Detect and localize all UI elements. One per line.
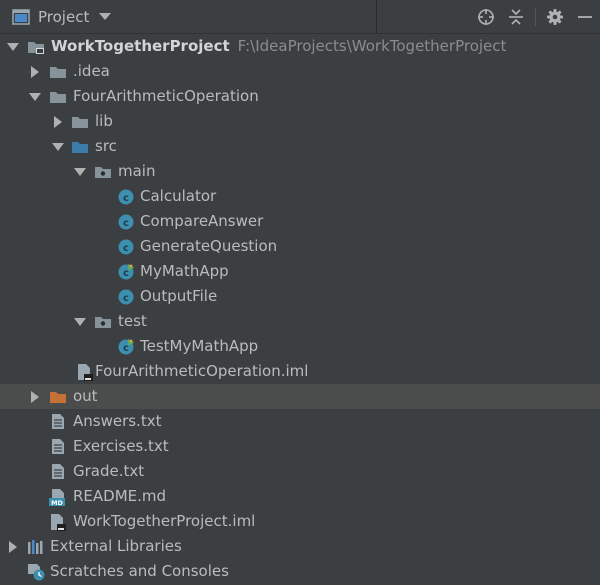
tree-node-lib[interactable]: lib <box>0 109 600 134</box>
tree-node-fao[interactable]: FourArithmeticOperation <box>0 84 600 109</box>
tree-node-path: F:\IdeaProjects\WorkTogetherProject <box>237 37 507 55</box>
java-class-icon: c <box>117 284 135 309</box>
package-folder-icon <box>94 159 112 184</box>
folder-icon <box>49 59 67 84</box>
tree-node-label: OutputFile <box>140 287 218 305</box>
tree-node-label: TestMyMathApp <box>140 337 259 355</box>
collapse-all-icon <box>507 8 525 26</box>
tree-node-readme[interactable]: MD README.md <box>0 484 600 509</box>
collapse-all-button[interactable] <box>501 2 531 32</box>
collapsed-arrow-icon[interactable] <box>50 109 66 134</box>
settings-button[interactable] <box>540 2 570 32</box>
tree-node-grade[interactable]: Grade.txt <box>0 459 600 484</box>
package-folder-icon <box>94 309 112 334</box>
gear-icon <box>546 8 564 26</box>
module-folder-icon <box>27 34 45 59</box>
tree-node-label: External Libraries <box>50 537 182 555</box>
text-file-icon <box>49 409 67 434</box>
tree-node-answers[interactable]: Answers.txt <box>0 409 600 434</box>
collapsed-arrow-icon[interactable] <box>5 534 21 559</box>
java-class-icon: c <box>117 234 135 259</box>
tree-node-compare[interactable]: c CompareAnswer <box>0 209 600 234</box>
tree-node-testmymathapp[interactable]: c TestMyMathApp <box>0 334 600 359</box>
tree-node-label: WorkTogetherProject <box>51 37 230 55</box>
tree-node-calculator[interactable]: c Calculator <box>0 184 600 209</box>
locate-button[interactable] <box>471 2 501 32</box>
svg-text:c: c <box>123 193 129 204</box>
tree-node-scratches[interactable]: Scratches and Consoles <box>0 559 600 584</box>
expanded-arrow-icon[interactable] <box>5 34 21 59</box>
tree-node-mymathapp[interactable]: c MyMathApp <box>0 259 600 284</box>
tree-node-generate[interactable]: c GenerateQuestion <box>0 234 600 259</box>
tree-node-exercises[interactable]: Exercises.txt <box>0 434 600 459</box>
java-main-class-icon: c <box>117 334 135 359</box>
iml-file-icon <box>76 359 94 384</box>
expanded-arrow-icon[interactable] <box>50 134 66 159</box>
excluded-folder-icon <box>49 384 67 409</box>
text-file-icon <box>49 434 67 459</box>
tree-node-label: FourArithmeticOperation <box>73 87 259 105</box>
expanded-arrow-icon[interactable] <box>72 309 88 334</box>
svg-text:MD: MD <box>51 499 63 506</box>
tree-node-outputfile[interactable]: c OutputFile <box>0 284 600 309</box>
project-view-selector[interactable]: Project <box>0 0 112 33</box>
folder-icon <box>49 84 67 109</box>
source-folder-icon <box>71 134 89 159</box>
collapsed-arrow-icon[interactable] <box>27 384 43 409</box>
tree-node-label: Answers.txt <box>73 412 162 430</box>
java-class-icon: c <box>117 184 135 209</box>
header-title: Project <box>38 7 90 26</box>
java-class-icon: c <box>117 209 135 234</box>
tree-node-label: MyMathApp <box>140 262 229 280</box>
chevron-down-icon <box>99 12 112 21</box>
tree-node-label: Scratches and Consoles <box>50 562 229 580</box>
tree-node-src[interactable]: src <box>0 134 600 159</box>
tree-node-label: main <box>118 162 156 180</box>
tree-node-idea[interactable]: .idea <box>0 59 600 84</box>
scratches-icon <box>27 559 45 584</box>
tree-node-root[interactable]: WorkTogetherProject F:\IdeaProjects\WorkT… <box>0 34 600 59</box>
header-toolbar <box>471 0 600 33</box>
tree-node-label: out <box>73 387 98 405</box>
tree-node-label: WorkTogetherProject.iml <box>73 512 256 530</box>
minimize-icon <box>576 8 594 26</box>
project-window-icon <box>12 8 30 25</box>
tree-node-label: Calculator <box>140 187 217 205</box>
tree-node-extlib[interactable]: External Libraries <box>0 534 600 559</box>
collapsed-arrow-icon[interactable] <box>27 59 43 84</box>
tree-node-test[interactable]: test <box>0 309 600 334</box>
svg-text:c: c <box>123 293 129 304</box>
tree-node-wtpiml[interactable]: WorkTogetherProject.iml <box>0 509 600 534</box>
tree-node-label: lib <box>95 112 113 130</box>
tree-node-label: Exercises.txt <box>73 437 169 455</box>
folder-icon <box>71 109 89 134</box>
tree-node-faoiml[interactable]: FourArithmeticOperation.iml <box>0 359 600 384</box>
tree-node-label: .idea <box>73 62 110 80</box>
libraries-icon <box>27 534 45 559</box>
markdown-file-icon: MD <box>49 484 67 509</box>
text-file-icon <box>49 459 67 484</box>
header-divider <box>376 0 377 33</box>
toolbar-separator <box>535 7 536 26</box>
tree-node-label: CompareAnswer <box>140 212 264 230</box>
project-tool-window-header: Project <box>0 0 600 34</box>
locate-icon <box>477 8 495 26</box>
tree-node-label: FourArithmeticOperation.iml <box>95 362 309 380</box>
tree-node-label: GenerateQuestion <box>140 237 278 255</box>
tree-node-label: src <box>95 137 117 155</box>
project-tree[interactable]: WorkTogetherProject F:\IdeaProjects\WorkT… <box>0 34 600 584</box>
expanded-arrow-icon[interactable] <box>72 159 88 184</box>
tree-node-main[interactable]: main <box>0 159 600 184</box>
tree-node-label: Grade.txt <box>73 462 145 480</box>
expanded-arrow-icon[interactable] <box>27 84 43 109</box>
svg-text:c: c <box>123 218 129 229</box>
tree-node-out[interactable]: out <box>0 384 600 409</box>
iml-file-icon <box>49 509 67 534</box>
tree-node-label: test <box>118 312 147 330</box>
java-main-class-icon: c <box>117 259 135 284</box>
svg-text:c: c <box>123 243 129 254</box>
tree-node-label: README.md <box>73 487 167 505</box>
minimize-button[interactable] <box>570 2 600 32</box>
